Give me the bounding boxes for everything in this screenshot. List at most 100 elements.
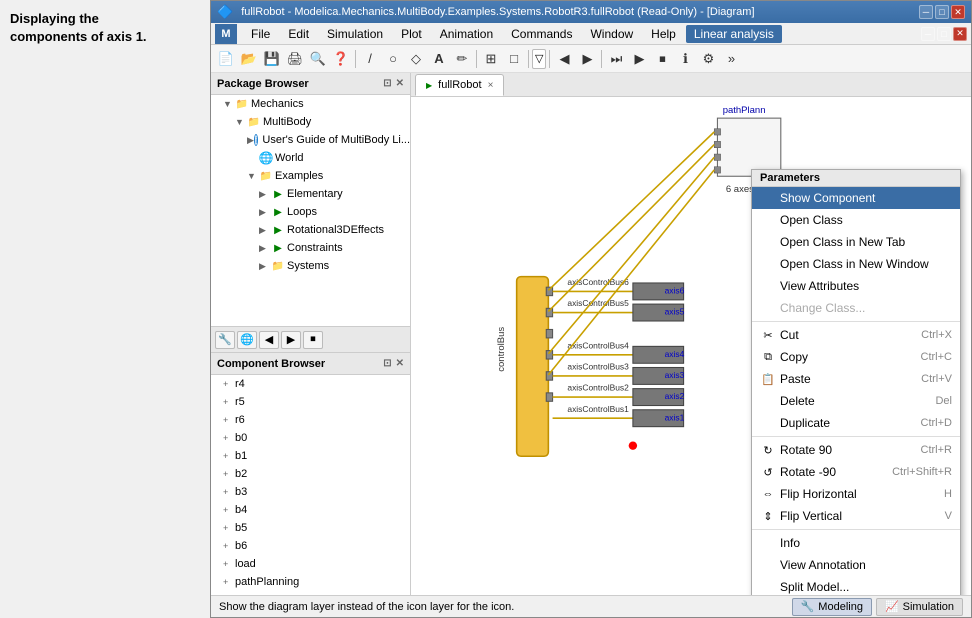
tab-fullrobot[interactable]: ▶ fullRobot × <box>415 74 504 96</box>
simulation-button[interactable]: 📈 Simulation <box>876 598 963 616</box>
panel-close-icon[interactable]: ✕ <box>396 78 404 89</box>
ctx-cut[interactable]: ✂ Cut Ctrl+X <box>752 324 960 346</box>
tree-world[interactable]: 🌐 World <box>211 149 410 167</box>
ctx-copy-left: ⧉ Copy <box>760 349 808 365</box>
menu-simulation[interactable]: Simulation <box>319 25 391 43</box>
menu-maximize[interactable]: □ <box>937 27 951 41</box>
diamond-tool[interactable]: ◇ <box>405 48 427 70</box>
print-button[interactable]: 🖨 <box>284 48 306 70</box>
open-button[interactable]: 📂 <box>238 48 260 70</box>
back-button[interactable]: ◀ <box>553 48 575 70</box>
tree-elementary[interactable]: ▶ ▶ Elementary <box>211 185 410 203</box>
ctx-flip-horizontal[interactable]: ⇔ Flip Horizontal H <box>752 483 960 505</box>
text-tool[interactable]: A <box>428 48 450 70</box>
tree-examples[interactable]: ▼ 📁 Examples <box>211 167 410 185</box>
comp-b3[interactable]: +b3 <box>211 483 410 501</box>
tree-usersguide-label: User's Guide of MultiBody Li... <box>262 134 410 146</box>
sim1-button[interactable]: ⏭ <box>605 48 627 70</box>
comp-pathplanning[interactable]: +pathPlanning <box>211 573 410 591</box>
ctx-duplicate[interactable]: Duplicate Ctrl+D <box>752 412 960 434</box>
tree-loops[interactable]: ▶ ▶ Loops <box>211 203 410 221</box>
new-button[interactable]: 📄 <box>215 48 237 70</box>
component-float-icon[interactable]: ⊡ <box>383 358 391 369</box>
maximize-button[interactable]: □ <box>935 5 949 19</box>
comp-b6-label: b6 <box>235 540 247 552</box>
pencil-tool[interactable]: ✏ <box>451 48 473 70</box>
minimize-button[interactable]: ─ <box>919 5 933 19</box>
line-tool[interactable]: / <box>359 48 381 70</box>
panel-float-icon[interactable]: ⊡ <box>383 78 391 89</box>
ellipse-tool[interactable]: ○ <box>382 48 404 70</box>
ctx-show-component[interactable]: Show Component <box>752 187 960 209</box>
browser-btn-2[interactable]: 🌐 <box>237 331 257 349</box>
comp-r5[interactable]: +r5 <box>211 393 410 411</box>
rect-tool[interactable]: □ <box>503 48 525 70</box>
search-button[interactable]: 🔍 <box>307 48 329 70</box>
simulation-label: Simulation <box>903 601 954 613</box>
tree-usersguide[interactable]: ▶ i User's Guide of MultiBody Li... <box>211 131 410 149</box>
ctx-rotate90[interactable]: ↻ Rotate 90 Ctrl+R <box>752 439 960 461</box>
menu-edit[interactable]: Edit <box>280 25 317 43</box>
browser-stop[interactable]: ⏹ <box>303 331 323 349</box>
help-button[interactable]: ❓ <box>330 48 352 70</box>
close-button[interactable]: ✕ <box>951 5 965 19</box>
info-button[interactable]: ℹ <box>674 48 696 70</box>
comp-b5[interactable]: +b5 <box>211 519 410 537</box>
menu-commands[interactable]: Commands <box>503 25 580 43</box>
ctx-view-attributes[interactable]: View Attributes <box>752 275 960 297</box>
ctx-paste[interactable]: 📋 Paste Ctrl+V <box>752 368 960 390</box>
comp-b6[interactable]: +b6 <box>211 537 410 555</box>
ctx-flip-vertical[interactable]: ⇕ Flip Vertical V <box>752 505 960 527</box>
tree-rotational3d[interactable]: ▶ ▶ Rotational3DEffects <box>211 221 410 239</box>
zoom-dropdown[interactable]: ▽ <box>532 49 546 69</box>
menu-help[interactable]: Help <box>643 25 684 43</box>
comp-b2[interactable]: +b2 <box>211 465 410 483</box>
sim3-button[interactable]: ⏹ <box>651 48 673 70</box>
ctx-copy[interactable]: ⧉ Copy Ctrl+C <box>752 346 960 368</box>
tree-multibody[interactable]: ▼ 📁 MultiBody <box>211 113 410 131</box>
diagram-canvas[interactable]: pathPlann 6 axes controlBus <box>411 97 971 595</box>
tab-play-icon: ▶ <box>426 81 432 90</box>
comp-b0[interactable]: +b0 <box>211 429 410 447</box>
menu-window[interactable]: Window <box>582 25 641 43</box>
menu-linear-analysis[interactable]: Linear analysis <box>686 25 782 43</box>
forward-button[interactable]: ▶ <box>576 48 598 70</box>
ctx-view-annotation[interactable]: View Annotation <box>752 554 960 576</box>
save-button[interactable]: 💾 <box>261 48 283 70</box>
component-close-icon[interactable]: ✕ <box>396 358 404 369</box>
settings-button[interactable]: ⚙ <box>697 48 719 70</box>
tree-constraints[interactable]: ▶ ▶ Constraints <box>211 239 410 257</box>
tree-systems[interactable]: ▶ 📁 Systems <box>211 257 410 275</box>
browser-btn-1[interactable]: 🔧 <box>215 331 235 349</box>
menu-close[interactable]: ✕ <box>953 27 967 41</box>
ctx-open-class[interactable]: Open Class <box>752 209 960 231</box>
menu-minimize[interactable]: ─ <box>921 27 935 41</box>
ctx-duplicate-label: Duplicate <box>780 416 830 430</box>
ctx-open-class-new-window[interactable]: Open Class in New Window <box>752 253 960 275</box>
comp-axis1[interactable]: +axis1 <box>211 591 410 595</box>
ctx-open-class-new-tab[interactable]: Open Class in New Tab <box>752 231 960 253</box>
browser-forward[interactable]: ▶ <box>281 331 301 349</box>
menu-file[interactable]: File <box>243 25 278 43</box>
modeling-button[interactable]: 🔧 Modeling <box>792 598 872 616</box>
sim2-button[interactable]: ▶ <box>628 48 650 70</box>
ctx-delete[interactable]: Delete Del <box>752 390 960 412</box>
grid-tool[interactable]: ⊞ <box>480 48 502 70</box>
extra-button[interactable]: » <box>720 48 742 70</box>
component-browser-header: Component Browser ⊡ ✕ <box>211 353 410 375</box>
ctx-split-model[interactable]: Split Model... <box>752 576 960 595</box>
comp-b1[interactable]: +b1 <box>211 447 410 465</box>
tree-mechanics-label: Mechanics <box>251 98 304 110</box>
menu-plot[interactable]: Plot <box>393 25 430 43</box>
comp-load[interactable]: +load <box>211 555 410 573</box>
ctx-rotate-90[interactable]: ↺ Rotate -90 Ctrl+Shift+R <box>752 461 960 483</box>
tree-mechanics[interactable]: ▼ 📁 Mechanics <box>211 95 410 113</box>
ctx-open-new-tab-icon <box>760 234 776 250</box>
browser-back[interactable]: ◀ <box>259 331 279 349</box>
tab-close-icon[interactable]: × <box>488 80 494 91</box>
ctx-info[interactable]: Info <box>752 532 960 554</box>
comp-b4[interactable]: +b4 <box>211 501 410 519</box>
comp-r6[interactable]: +r6 <box>211 411 410 429</box>
menu-animation[interactable]: Animation <box>432 25 501 43</box>
comp-r4[interactable]: +r4 <box>211 375 410 393</box>
